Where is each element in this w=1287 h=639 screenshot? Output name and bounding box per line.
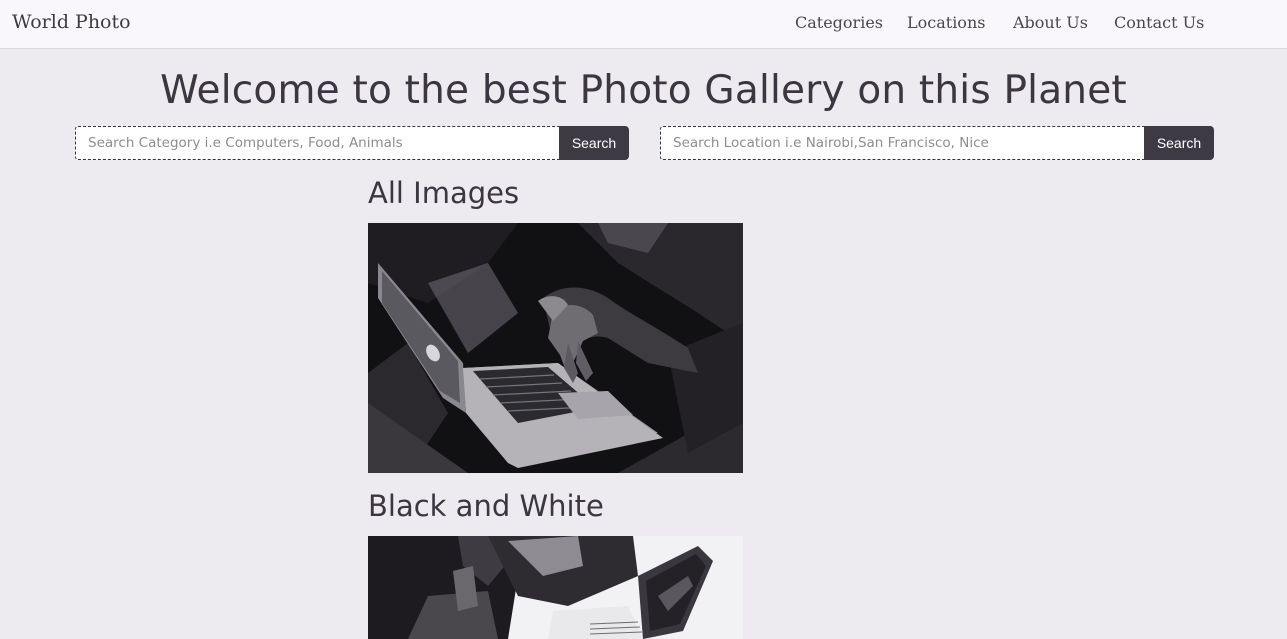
nav-link-contact-us[interactable]: Contact Us (1114, 13, 1204, 32)
laptop-photo[interactable] (368, 223, 743, 473)
category-search-input[interactable] (75, 126, 559, 160)
page-title: Welcome to the best Photo Gallery on thi… (160, 68, 1127, 113)
nav-link-categories[interactable]: Categories (795, 13, 883, 32)
location-search-input[interactable] (660, 126, 1144, 160)
laptop-photo-graphic (368, 223, 743, 473)
category-search-button[interactable]: Search (559, 126, 629, 160)
black-and-white-photo[interactable] (368, 536, 743, 639)
category-search-form: Search (75, 126, 629, 160)
top-navbar: World Photo Categories Locations About U… (0, 0, 1287, 49)
nav-link-about-us[interactable]: About Us (1013, 13, 1088, 32)
nav-links: Categories Locations About Us Contact Us (0, 13, 1287, 37)
location-search-form: Search (660, 126, 1214, 160)
section-title-all-images: All Images (368, 176, 520, 210)
location-search-button[interactable]: Search (1144, 126, 1214, 160)
section-title-black-and-white: Black and White (368, 489, 604, 523)
black-and-white-photo-graphic (368, 536, 743, 639)
nav-link-locations[interactable]: Locations (907, 13, 985, 32)
